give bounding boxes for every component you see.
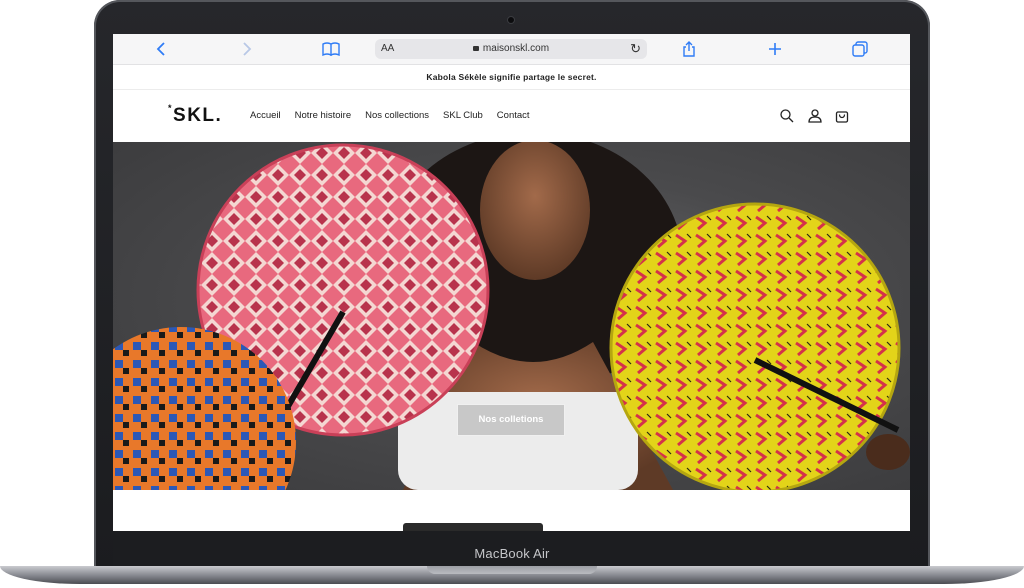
reload-icon[interactable]: ↻ [630,41,641,57]
hero-image [113,142,910,490]
url-text: maisonskl.com [482,43,550,54]
chevron-left-icon[interactable] [151,39,171,59]
tabs-icon[interactable] [850,39,870,59]
nav-item-skl-club[interactable]: SKL Club [443,110,483,121]
nav-item-notre-histoire[interactable]: Notre histoire [295,110,352,121]
lock-icon [472,46,479,51]
section-heading-peek [403,523,543,531]
url-field[interactable]: maisonskl.com [375,43,647,54]
browser-toolbar: AA maisonskl.com ↻ [113,34,910,65]
logo-star: * [168,103,174,113]
camera-icon [508,17,514,23]
site-header: *SKL. Accueil Notre histoire Nos collect… [113,90,910,142]
device-label: MacBook Air [474,546,550,561]
share-icon[interactable] [679,39,699,59]
laptop-notch [427,566,597,574]
logo[interactable]: *SKL. [168,103,223,127]
logo-text: SKL. [173,105,223,126]
nav-item-accueil[interactable]: Accueil [250,110,281,121]
collections-cta-button[interactable]: Nos colletions [457,404,565,436]
book-icon[interactable] [321,39,341,59]
announcement-text: Kabola Sékèle signifie partage le secret… [426,72,597,82]
nav-item-nos-collections[interactable]: Nos collections [365,110,429,121]
announcement-bar: Kabola Sékèle signifie partage le secret… [113,65,910,90]
address-bar[interactable]: AA maisonskl.com ↻ [375,39,647,59]
plus-icon[interactable] [765,39,785,59]
chevron-right-icon[interactable] [237,39,257,59]
hero-banner: Nos colletions [113,142,910,490]
cart-icon[interactable] [834,108,850,124]
content-section [113,490,910,531]
nav-item-contact[interactable]: Contact [497,110,530,121]
main-nav: Accueil Notre histoire Nos collections S… [250,110,544,121]
screen: AA maisonskl.com ↻ Kabola Sékèle signifi… [113,34,910,531]
account-icon[interactable] [807,108,823,124]
search-icon[interactable] [779,108,795,124]
